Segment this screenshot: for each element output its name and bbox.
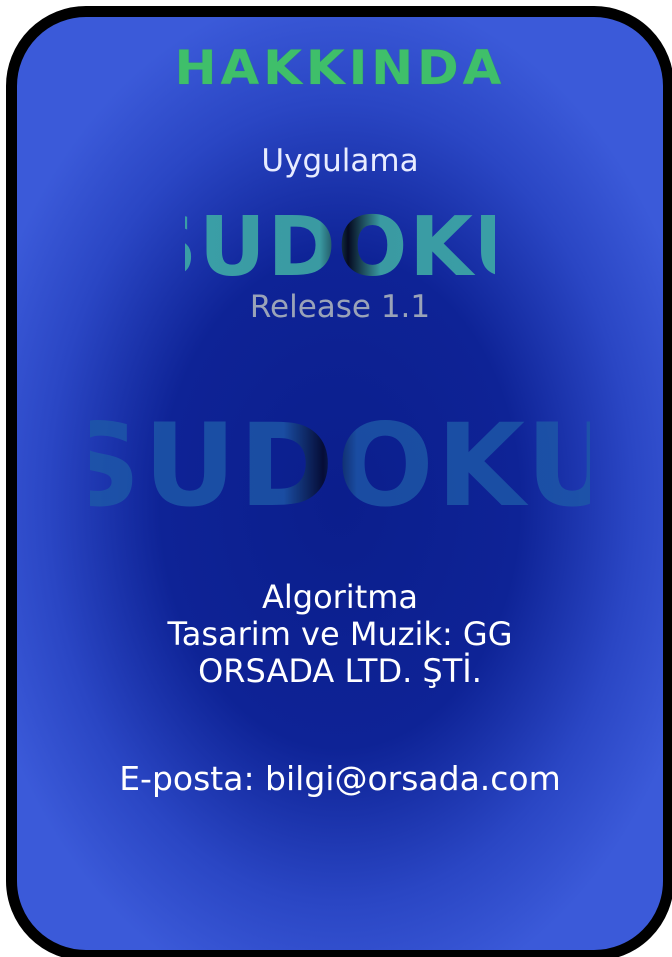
- credit-line-company: ORSADA LTD. ŞTİ.: [198, 652, 482, 690]
- sudoku-logo-large-text: SUDOKU: [90, 405, 590, 521]
- sudoku-logo-large: SUDOKU: [17, 405, 663, 525]
- sudoku-logo-small: SUDOKU: [17, 203, 663, 291]
- sudoku-logo-small-text: SUDOKU: [185, 203, 495, 287]
- sudoku-logo-large-svg: SUDOKU: [90, 405, 590, 521]
- release-version: Release 1.1: [249, 289, 431, 325]
- credit-line-design-music: Tasarim ve Muzik: GG: [167, 615, 513, 653]
- about-panel: HAKKINDA Uygulama SUDOKU Release 1.1: [6, 6, 672, 957]
- contact-email: E-posta: bilgi@orsada.com: [119, 759, 561, 798]
- credit-line-algorithm: Algoritma: [261, 578, 419, 616]
- credits-block: Algoritma Tasarim ve Muzik: GG ORSADA LT…: [17, 579, 663, 690]
- about-title: HAKKINDA: [174, 40, 506, 96]
- app-label: Uygulama: [261, 143, 419, 179]
- sudoku-logo-small-svg: SUDOKU: [185, 203, 495, 287]
